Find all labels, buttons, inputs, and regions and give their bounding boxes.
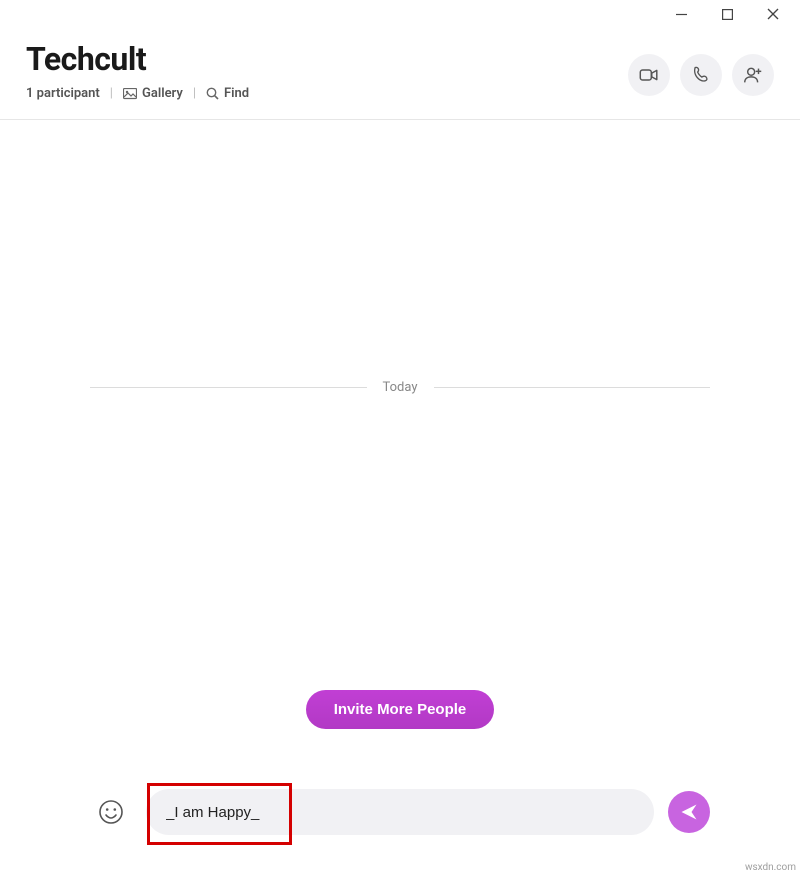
participants-link[interactable]: 1 participant (26, 86, 100, 101)
chat-subheader: 1 participant | Gallery | Find (26, 86, 249, 101)
chat-header-left: Techcult 1 participant | Gallery | Find (26, 40, 249, 101)
chat-title[interactable]: Techcult (26, 40, 249, 78)
invite-wrap: Invite More People (0, 690, 800, 729)
message-input[interactable] (166, 804, 634, 821)
divider-line (90, 387, 367, 388)
add-people-button[interactable] (732, 54, 774, 96)
chat-header: Techcult 1 participant | Gallery | Find (0, 28, 800, 120)
find-link[interactable]: Find (206, 86, 249, 101)
gallery-label: Gallery (142, 86, 183, 101)
watermark: wsxdn.com (745, 862, 796, 873)
emoji-button[interactable] (90, 791, 132, 833)
gallery-link[interactable]: Gallery (123, 86, 183, 101)
chat-header-actions (628, 54, 774, 96)
find-label: Find (224, 86, 249, 101)
date-label: Today (383, 380, 418, 395)
message-composer[interactable] (146, 789, 654, 835)
window-titlebar (0, 0, 800, 28)
send-icon (679, 802, 699, 822)
date-divider: Today (90, 380, 710, 395)
maximize-icon (722, 9, 733, 20)
audio-call-button[interactable] (680, 54, 722, 96)
close-icon (767, 8, 779, 20)
call-icon (691, 65, 711, 85)
send-button[interactable] (668, 791, 710, 833)
emoji-icon (98, 799, 124, 825)
gallery-icon (123, 88, 137, 100)
add-people-icon (742, 64, 764, 86)
divider: | (110, 86, 113, 101)
close-button[interactable] (750, 0, 796, 28)
invite-more-people-button[interactable]: Invite More People (306, 690, 495, 729)
divider: | (193, 86, 196, 101)
divider-line (434, 387, 711, 388)
search-icon (206, 87, 219, 100)
maximize-button[interactable] (704, 0, 750, 28)
composer-row (90, 789, 710, 835)
conversation-area: Today Invite More People (0, 120, 800, 740)
video-call-button[interactable] (628, 54, 670, 96)
minimize-icon (676, 9, 687, 20)
minimize-button[interactable] (658, 0, 704, 28)
video-icon (638, 64, 660, 86)
